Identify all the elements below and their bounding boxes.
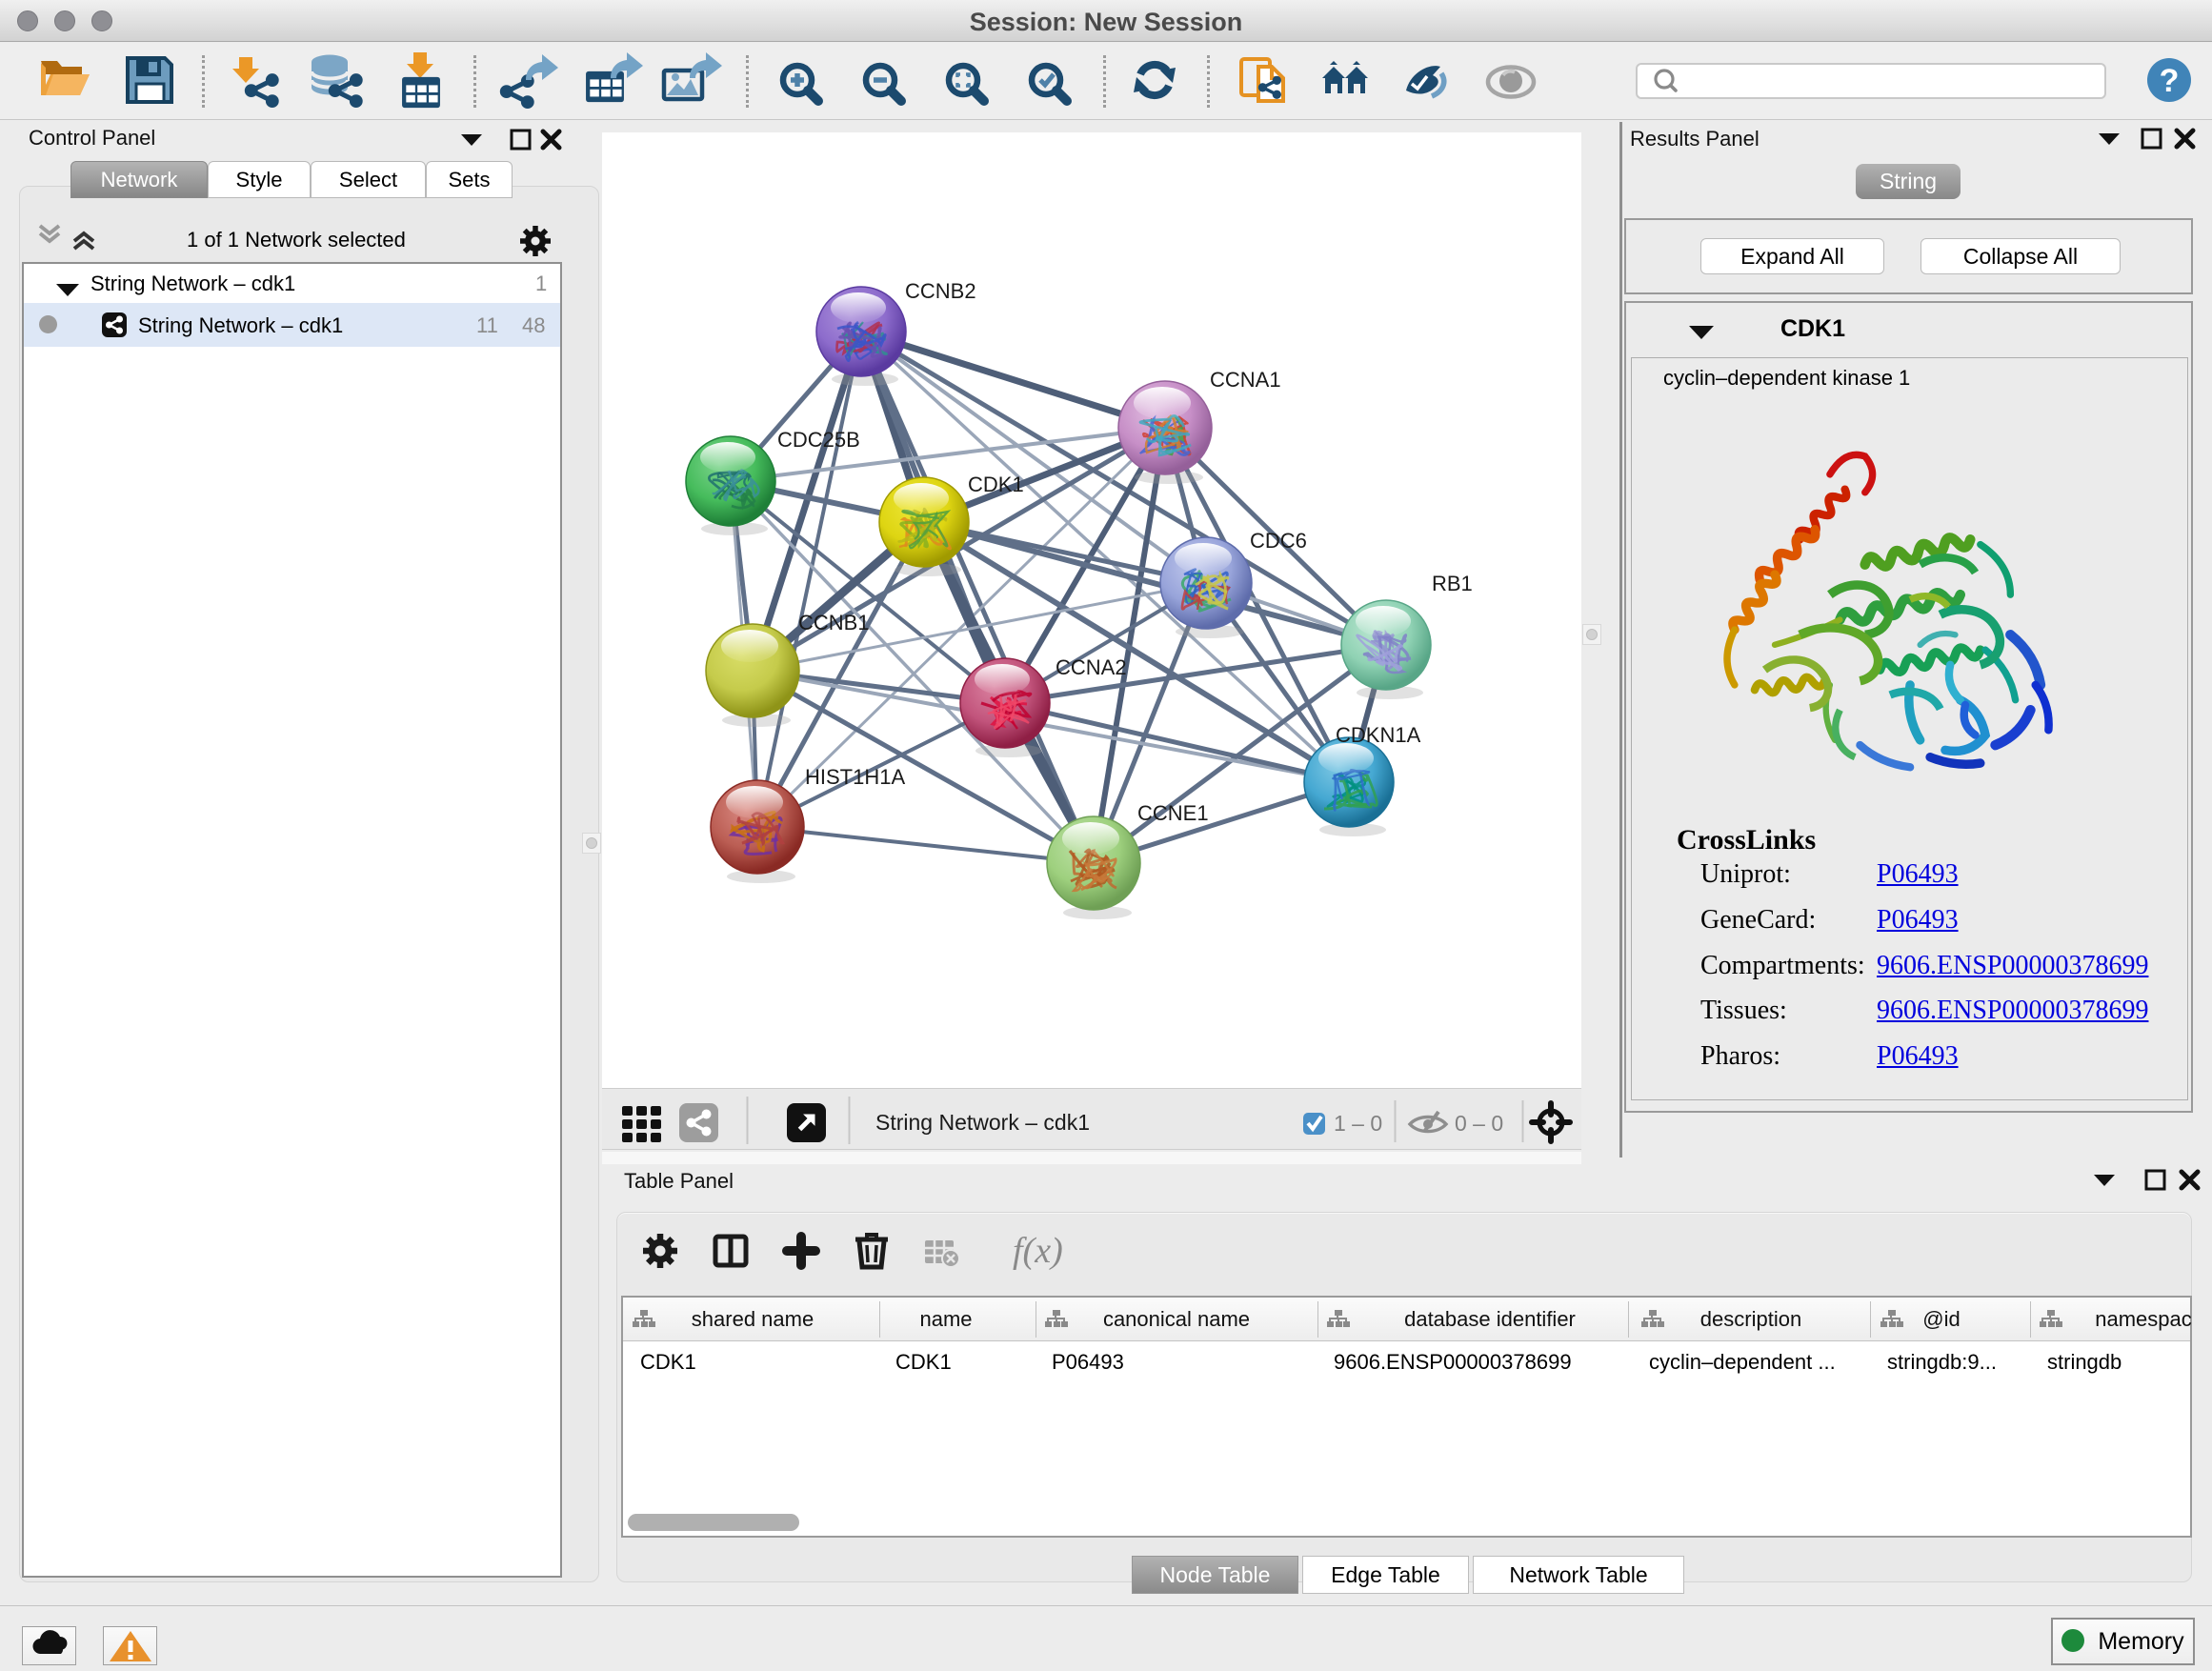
svg-text:CDK1: CDK1 (968, 473, 1024, 496)
svg-text:CCNB2: CCNB2 (905, 279, 976, 303)
svg-text:RB1: RB1 (1432, 572, 1473, 595)
svg-text:CCNA1: CCNA1 (1210, 368, 1281, 392)
svg-text:CDC6: CDC6 (1250, 529, 1307, 553)
svg-text:?: ? (2160, 63, 2180, 99)
svg-text:CDC25B: CDC25B (777, 428, 860, 452)
svg-text:String Network – cdk1: String Network – cdk1 (875, 1110, 1090, 1135)
svg-text:f(x): f(x) (1013, 1231, 1063, 1271)
svg-text:HIST1H1A: HIST1H1A (805, 765, 905, 789)
svg-text:1 – 0: 1 – 0 (1334, 1111, 1382, 1136)
svg-text:0 – 0: 0 – 0 (1455, 1111, 1503, 1136)
svg-text:CCNE1: CCNE1 (1137, 801, 1209, 825)
svg-text:CCNB1: CCNB1 (798, 611, 870, 634)
svg-text:CCNA2: CCNA2 (1056, 655, 1127, 679)
svg-text:CDKN1A: CDKN1A (1336, 723, 1421, 747)
